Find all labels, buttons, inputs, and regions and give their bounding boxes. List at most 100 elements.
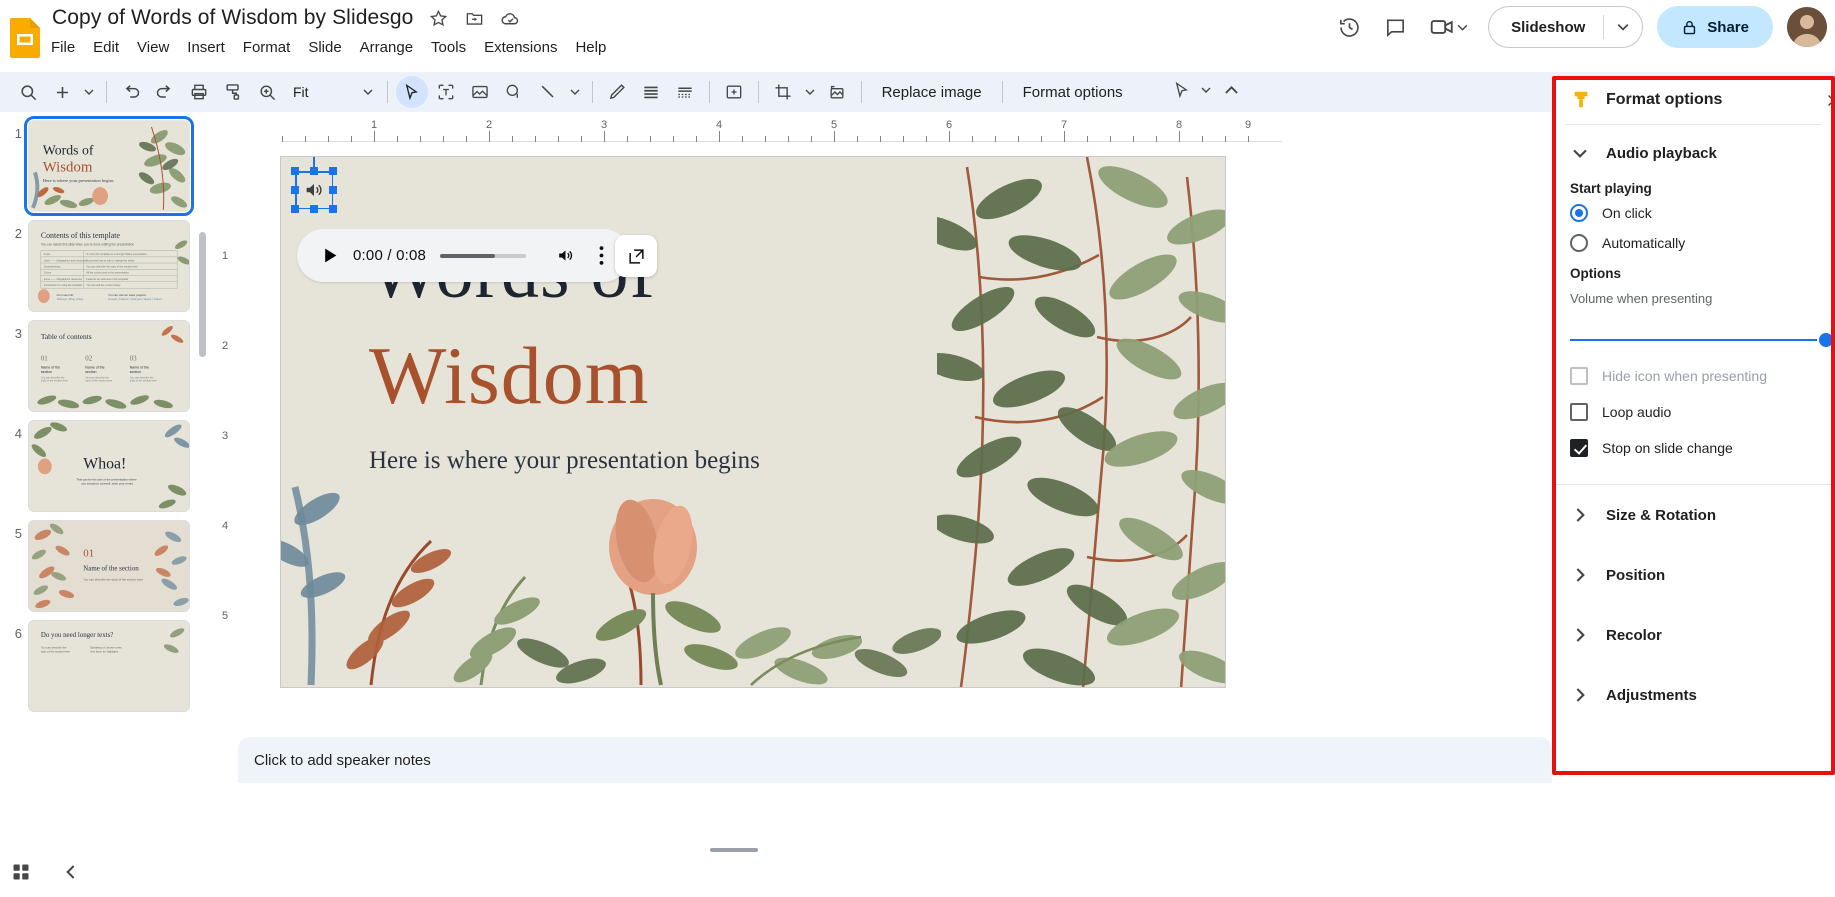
slide-thumbnail[interactable]: Table of contents 01 02 03 Name of the sect… [28, 320, 190, 412]
line-chevron-down-icon[interactable] [566, 76, 584, 108]
paint-format-icon[interactable] [217, 76, 249, 108]
cloud-saved-icon[interactable] [499, 7, 521, 29]
resize-handle-s[interactable] [310, 205, 318, 213]
checkbox-loop-audio[interactable]: Loop audio [1552, 394, 1835, 430]
menu-help[interactable]: Help [566, 36, 615, 59]
slideshow-dropdown-chevron-down-icon[interactable] [1604, 7, 1642, 47]
filmstrip-slide-1[interactable]: 1 Words of Wisdom Here is where your pre… [0, 112, 212, 216]
shape-icon[interactable] [498, 76, 530, 108]
audio-player[interactable]: 0:00 / 0:08 [297, 229, 631, 282]
slide-thumbnail[interactable]: 01 Name of the section You can describe … [28, 520, 190, 612]
menu-extensions[interactable]: Extensions [475, 36, 566, 59]
reset-image-icon[interactable] [821, 76, 853, 108]
menu-view[interactable]: View [128, 36, 178, 59]
filmstrip-slide-6[interactable]: 6 Do you need longer texts? You can desc… [0, 612, 212, 712]
checkbox[interactable] [1570, 403, 1588, 421]
filmstrip-slide-2[interactable]: 2 Contents of this template You can dele… [0, 212, 212, 312]
pen-icon[interactable] [601, 76, 633, 108]
menu-file[interactable]: File [42, 36, 84, 59]
search-icon[interactable] [12, 76, 44, 108]
align-icon[interactable] [635, 76, 667, 108]
add-to-slide-icon[interactable] [718, 76, 750, 108]
close-icon[interactable] [1819, 86, 1835, 114]
redo-icon[interactable] [149, 76, 181, 108]
textbox-icon[interactable] [430, 76, 462, 108]
player-progress-bar[interactable] [440, 253, 527, 258]
zoom-icon[interactable] [251, 76, 283, 108]
section-size-and-rotation[interactable]: Size & Rotation [1552, 485, 1835, 545]
new-slide-plus-icon[interactable] [46, 76, 78, 108]
document-title[interactable]: Copy of Words of Wisdom by Slidesgo [52, 6, 413, 30]
slider-knob[interactable] [1819, 333, 1833, 347]
resize-handle-sw[interactable] [291, 205, 299, 213]
zoom-chevron-down-icon[interactable] [357, 76, 379, 108]
slide-canvas[interactable]: Words of Wisdom Here is where your prese… [280, 156, 1226, 688]
collapse-toolbar-chevron-up-icon[interactable] [1215, 74, 1247, 106]
filmstrip-scrollbar[interactable] [199, 232, 206, 357]
section-adjustments[interactable]: Adjustments [1552, 665, 1835, 725]
checkbox[interactable] [1570, 439, 1588, 457]
menu-format[interactable]: Format [234, 36, 300, 59]
resize-handle-ne[interactable] [329, 167, 337, 175]
slide-title-line2[interactable]: Wisdom [369, 329, 650, 423]
menu-slide[interactable]: Slide [299, 36, 350, 59]
comment-icon[interactable] [1374, 6, 1416, 48]
share-button[interactable]: Share [1657, 6, 1773, 48]
canvas-horizontal-scrollbar[interactable] [710, 848, 758, 852]
avatar[interactable] [1787, 7, 1827, 47]
slide-filmstrip[interactable]: 1 Words of Wisdom Here is where your pre… [0, 112, 212, 737]
menu-tools[interactable]: Tools [422, 36, 475, 59]
zoom-level-value[interactable]: Fit [285, 84, 317, 100]
line-icon[interactable] [532, 76, 564, 108]
meet-camera-button[interactable] [1420, 6, 1476, 48]
new-slide-chevron-down-icon[interactable] [80, 76, 98, 108]
resize-handle-e[interactable] [329, 186, 337, 194]
menu-edit[interactable]: Edit [84, 36, 128, 59]
move-to-folder-icon[interactable] [463, 7, 485, 29]
slideshow-button[interactable]: Slideshow [1489, 7, 1603, 47]
filmstrip-slide-5[interactable]: 5 01 Name of the section You can describ… [0, 512, 212, 612]
radio-automatically[interactable]: Automatically [1552, 228, 1835, 258]
menu-arrange[interactable]: Arrange [351, 36, 422, 59]
section-audio-playback[interactable]: Audio playback [1552, 125, 1835, 173]
speaker-audio-icon[interactable] [295, 171, 333, 209]
select-cursor-icon[interactable] [395, 76, 428, 108]
play-icon[interactable] [313, 239, 347, 273]
audio-object-selection[interactable] [291, 157, 337, 213]
version-history-icon[interactable] [1328, 6, 1370, 48]
transition-icon[interactable] [669, 76, 701, 108]
section-position[interactable]: Position [1552, 545, 1835, 605]
resize-handle-n[interactable] [310, 167, 318, 175]
format-options-button[interactable]: Format options [1011, 79, 1135, 106]
slide-thumbnail[interactable]: Whoa! This can be the part of the presen… [28, 420, 190, 512]
volume-slider[interactable] [1570, 332, 1833, 348]
filmstrip-slide-4[interactable]: 4 Whoa! This can be the part of the pres… [0, 412, 212, 512]
pointer-chevron-down-icon[interactable] [1197, 74, 1215, 106]
checkbox-stop-on-slide-change[interactable]: Stop on slide change [1552, 430, 1835, 466]
slide-thumbnail[interactable]: Words of Wisdom Here is where your prese… [24, 116, 194, 216]
collapse-filmstrip-chevron-left-icon[interactable] [56, 857, 86, 887]
star-icon[interactable] [427, 7, 449, 29]
radio-button[interactable] [1570, 204, 1588, 222]
menu-insert[interactable]: Insert [178, 36, 234, 59]
crop-icon[interactable] [767, 76, 799, 108]
print-icon[interactable] [183, 76, 215, 108]
undo-icon[interactable] [115, 76, 147, 108]
crop-chevron-down-icon[interactable] [801, 76, 819, 108]
slide-subtitle[interactable]: Here is where your presentation begins [369, 447, 760, 475]
open-in-new-icon[interactable] [615, 235, 657, 277]
more-vertical-icon[interactable] [588, 239, 614, 273]
slide-thumbnail[interactable]: Contents of this template You can delete… [28, 220, 190, 312]
radio-on-click[interactable]: On click [1552, 198, 1835, 228]
section-recolor[interactable]: Recolor [1552, 605, 1835, 665]
grid-view-icon[interactable] [6, 857, 36, 887]
resize-handle-w[interactable] [291, 186, 299, 194]
speaker-notes[interactable]: Click to add speaker notes [238, 737, 1552, 783]
radio-button[interactable] [1570, 234, 1588, 252]
laser-pointer-icon[interactable] [1165, 74, 1197, 106]
image-icon[interactable] [464, 76, 496, 108]
resize-handle-se[interactable] [329, 205, 337, 213]
replace-image-button[interactable]: Replace image [870, 79, 994, 106]
filmstrip-slide-3[interactable]: 3 Table of contents 01 02 03 Name of the se… [0, 312, 212, 412]
volume-icon[interactable] [548, 239, 582, 273]
